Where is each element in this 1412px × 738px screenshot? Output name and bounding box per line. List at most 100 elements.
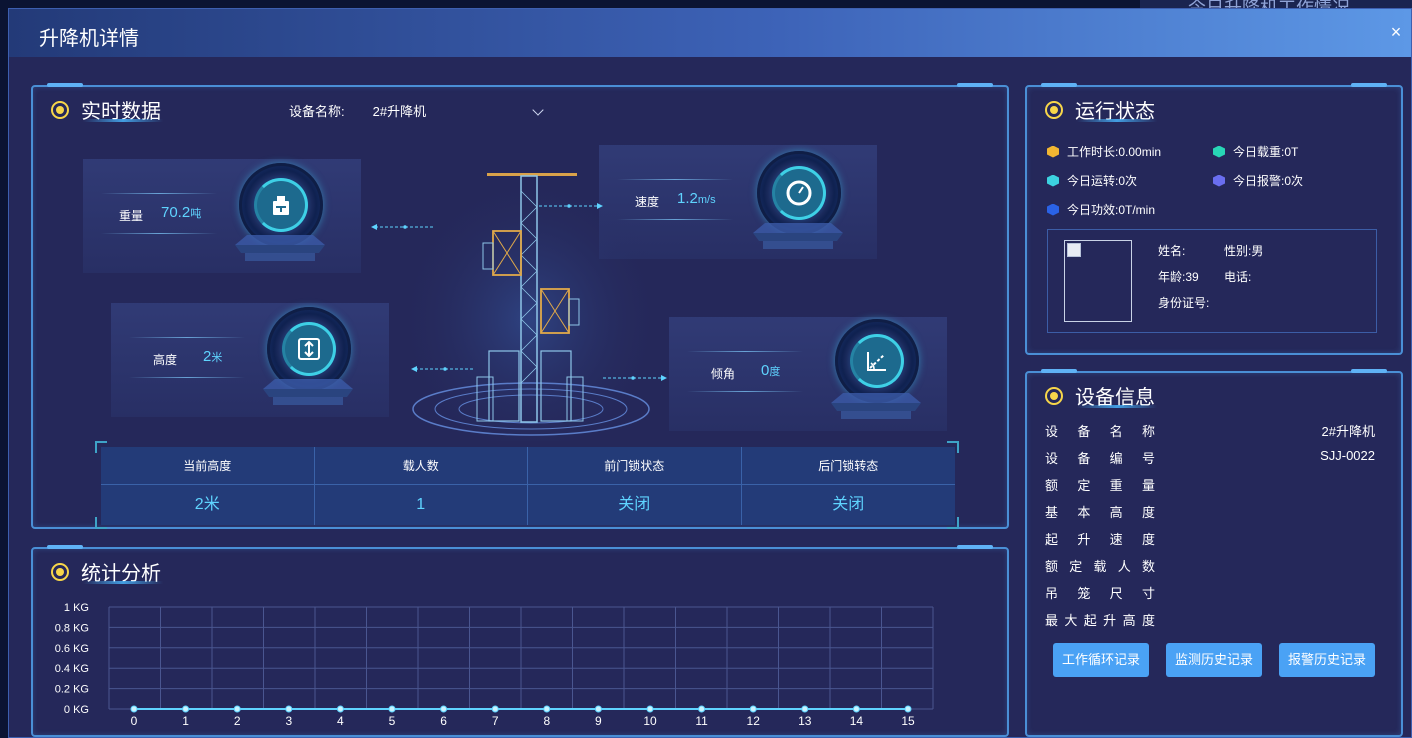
- table-cell: 关闭: [832, 496, 865, 513]
- data-point[interactable]: [182, 705, 190, 713]
- y-tick-label: 0.6 KG: [55, 643, 89, 655]
- target-dot-icon: [1045, 100, 1063, 119]
- pedestal-icon: [263, 379, 353, 405]
- device-info-value: 2#升降机: [1321, 424, 1375, 439]
- x-tick-label: 8: [543, 714, 550, 728]
- speed-value: 1.2m/s: [677, 190, 716, 207]
- pedestal-icon: [831, 393, 921, 419]
- x-tick-label: 15: [901, 714, 915, 728]
- device-select-value[interactable]: 2#升降机: [373, 101, 523, 120]
- data-point[interactable]: [852, 705, 860, 713]
- modal-title: 升降机详情: [39, 28, 139, 50]
- tilt-label: 倾角: [711, 367, 736, 381]
- table-cell: 2米: [101, 485, 315, 525]
- cube-icon: [1213, 174, 1225, 187]
- work-duration: 工作时长: 0.00min: [1047, 143, 1161, 160]
- cube-icon: [1047, 203, 1059, 216]
- data-point[interactable]: [336, 705, 344, 713]
- broken-image-icon: [1067, 243, 1081, 257]
- today-efficiency: 今日功效: 0T/min: [1047, 201, 1155, 218]
- x-tick-label: 5: [389, 714, 396, 728]
- device-info-key: 额定重量: [1045, 478, 1155, 493]
- operator-phone: 电话:: [1224, 270, 1252, 284]
- today-alarms: 今日报警: 0次: [1213, 172, 1303, 189]
- height-value: 2米: [203, 348, 223, 365]
- arrow-left-icon: [411, 366, 475, 372]
- y-tick-label: 0.4 KG: [55, 663, 89, 675]
- x-tick-label: 12: [747, 714, 761, 728]
- data-point[interactable]: [130, 705, 138, 713]
- arrow-left-icon: [371, 224, 435, 230]
- x-tick-label: 1: [182, 714, 189, 728]
- modal-header: 升降机详情 ×: [9, 9, 1411, 57]
- title-underline: [83, 119, 163, 122]
- height-arrows-icon: [298, 338, 320, 360]
- y-tick-label: 0.2 KG: [55, 684, 89, 696]
- data-point[interactable]: [285, 705, 293, 713]
- device-info-row: 最大起升高度: [1045, 610, 1375, 630]
- title-underline: [83, 581, 163, 584]
- tilt-angle-icon: [867, 352, 886, 371]
- table-header: 后门锁转态: [741, 447, 955, 485]
- close-icon[interactable]: ×: [1387, 23, 1405, 41]
- monitor-history-button[interactable]: 监测历史记录: [1166, 643, 1262, 677]
- device-info-row: 额定重量: [1045, 475, 1375, 495]
- table-cell: 关闭: [528, 485, 742, 525]
- data-point[interactable]: [233, 705, 241, 713]
- data-point[interactable]: [904, 705, 912, 713]
- operator-age: 年龄:39: [1158, 270, 1199, 284]
- operator-card: 姓名: 性别:男 年龄:39 电话: 身份证号:: [1047, 229, 1377, 333]
- title-underline: [1077, 119, 1157, 122]
- device-info-key: 基本高度: [1045, 505, 1155, 520]
- data-point[interactable]: [801, 705, 809, 713]
- x-tick-label: 11: [695, 714, 708, 728]
- realtime-data-panel: 实时数据 设备名称: 2#升降机 重量 70.2吨 1.2m/s 高度 2米 倾…: [31, 83, 1009, 529]
- device-info-key: 额定载人数: [1045, 559, 1155, 574]
- x-tick-label: 6: [440, 714, 447, 728]
- device-info-row: 额定载人数: [1045, 556, 1375, 576]
- table-header: 前门锁状态: [528, 447, 742, 485]
- cube-icon: [1213, 145, 1225, 158]
- work-cycle-record-button[interactable]: 工作循环记录: [1053, 643, 1149, 677]
- tilt-card: 倾角 0度: [669, 317, 947, 431]
- data-point[interactable]: [594, 705, 602, 713]
- data-point[interactable]: [749, 705, 757, 713]
- device-info-row: 吊笼尺寸: [1045, 583, 1375, 603]
- scale-weight-icon: [273, 196, 289, 215]
- x-tick-label: 7: [492, 714, 499, 728]
- alarm-history-button[interactable]: 报警历史记录: [1279, 643, 1375, 677]
- device-info-value: SJJ-0022: [1320, 448, 1375, 463]
- device-info-key: 起升速度: [1045, 532, 1155, 547]
- arrow-right-icon: [539, 203, 603, 209]
- x-tick-label: 0: [131, 714, 138, 728]
- data-point[interactable]: [543, 705, 551, 713]
- y-tick-label: 1 KG: [64, 602, 89, 614]
- data-point[interactable]: [440, 705, 448, 713]
- y-tick-label: 0 KG: [64, 704, 89, 716]
- x-tick-label: 4: [337, 714, 344, 728]
- height-card: 高度 2米: [111, 303, 389, 417]
- x-tick-label: 3: [285, 714, 292, 728]
- title-underline: [1077, 405, 1157, 408]
- device-info-row: 起升速度: [1045, 529, 1375, 549]
- weight-card: 重量 70.2吨: [83, 159, 361, 273]
- speedometer-icon: [786, 180, 812, 206]
- data-point[interactable]: [698, 705, 706, 713]
- avatar: [1064, 240, 1132, 322]
- statistics-chart: 0 KG 0.2 KG 0.4 KG 0.6 KG 0.8 KG 1 KG 0 1 2 3 4 5 6 7…: [55, 602, 934, 728]
- y-tick-label: 0.8 KG: [55, 622, 89, 634]
- statistics-panel: 0 KG 0.2 KG 0.4 KG 0.6 KG 0.8 KG 1 KG 0 1 2 3 4 5 6 7…: [31, 545, 1009, 737]
- target-dot-icon: [51, 100, 69, 119]
- x-tick-label: 9: [595, 714, 602, 728]
- device-select[interactable]: 设备名称: 2#升降机: [289, 101, 543, 120]
- data-point[interactable]: [646, 705, 654, 713]
- status-table: 当前高度 载人数 前门锁状态 后门锁转态 2米 1 关闭 关闭: [101, 447, 955, 525]
- device-select-label: 设备名称:: [289, 104, 345, 119]
- chevron-down-icon[interactable]: [533, 106, 543, 116]
- data-point[interactable]: [388, 705, 396, 713]
- x-tick-label: 13: [798, 714, 812, 728]
- today-runs: 今日运转: 0次: [1047, 172, 1137, 189]
- data-point[interactable]: [491, 705, 499, 713]
- device-info-key: 设备名称: [1045, 424, 1155, 439]
- device-info-row: 基本高度: [1045, 502, 1375, 522]
